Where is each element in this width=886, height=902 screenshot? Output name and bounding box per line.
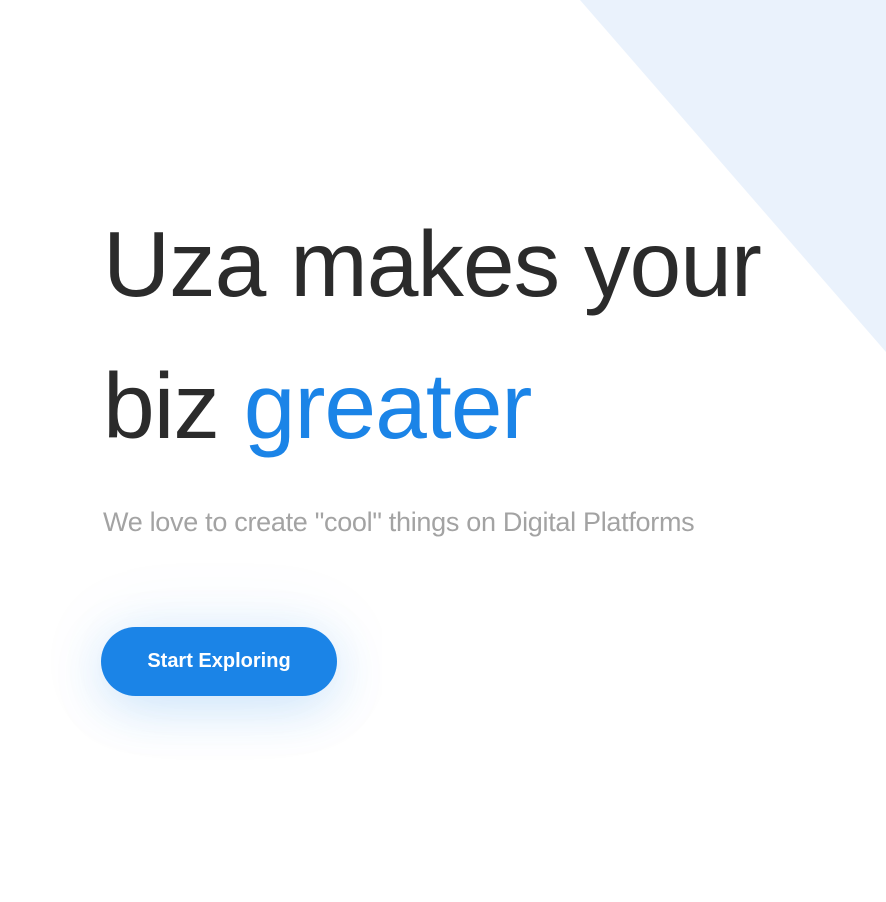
- hero-section: Uza makes your biz greater: [103, 193, 863, 477]
- hero-title: Uza makes your biz greater: [103, 193, 863, 477]
- hero-subtitle: We love to create "cool" things on Digit…: [103, 507, 695, 537]
- hero-title-line-2: biz greater: [103, 335, 863, 477]
- hero-title-accent-text: greater: [243, 354, 533, 458]
- hero-title-line-1: Uza makes your: [103, 212, 762, 316]
- page: Uza makes your biz greater We love to cr…: [0, 0, 886, 902]
- start-exploring-button[interactable]: Start Exploring: [101, 627, 337, 696]
- hero-title-plain-text: biz: [103, 354, 244, 458]
